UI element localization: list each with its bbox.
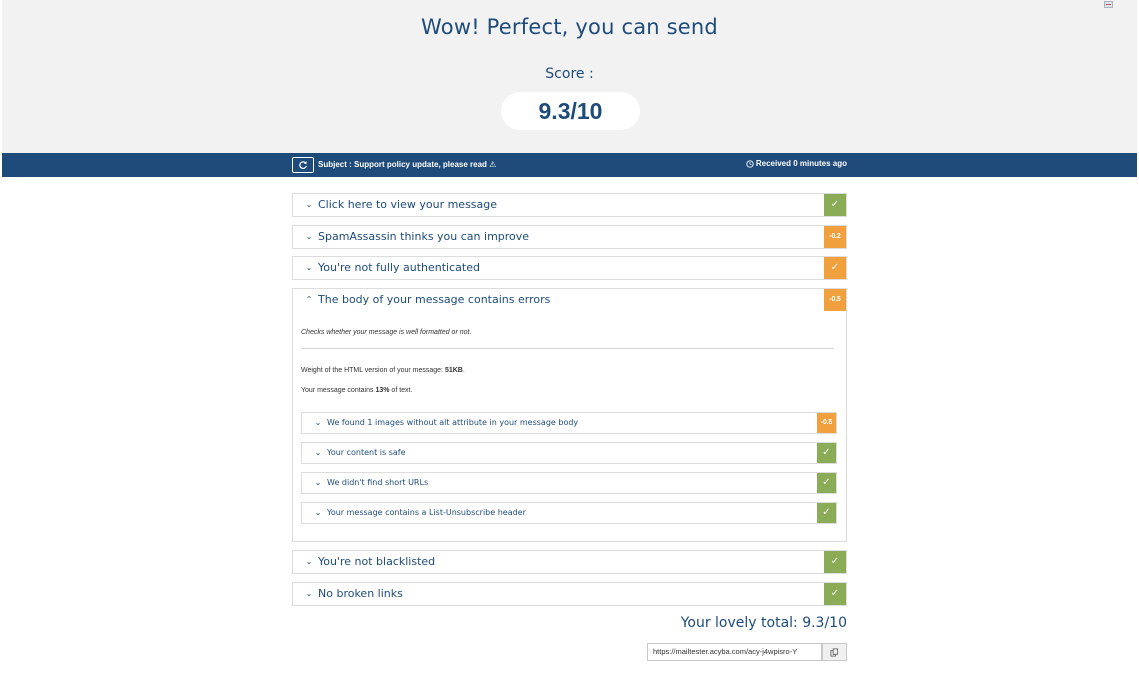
section-title: SpamAssassin thinks you can improve (318, 230, 530, 243)
chevron-up-icon: ⌃ (305, 295, 313, 304)
section-title: The body of your message contains errors (318, 293, 551, 306)
chevron-down-icon: ⌄ (314, 478, 322, 487)
chevron-down-icon: ⌄ (305, 263, 313, 272)
chevron-down-icon: ⌄ (305, 232, 313, 241)
section-view-message[interactable]: ⌄ Click here to view your message ✓ (292, 193, 847, 217)
subsection-title: We found 1 images without alt attribute … (327, 418, 579, 427)
pass-check-icon: ✓ (824, 583, 846, 605)
html-weight-value: 51KB (444, 367, 463, 374)
section-authentication[interactable]: ⌄ You're not fully authenticated ✓ (292, 256, 847, 280)
section-title: You're not blacklisted (318, 555, 436, 568)
subsection-list-unsubscribe[interactable]: ⌄ Your message contains a List-Unsubscri… (301, 502, 837, 524)
chevron-down-icon: ⌄ (314, 448, 322, 457)
result-title: Wow! Perfect, you can send (421, 15, 718, 39)
refresh-icon (299, 161, 307, 169)
section-body-errors: ⌃ The body of your message contains erro… (292, 288, 847, 542)
subsection-content-safe[interactable]: ⌄ Your content is safe ✓ (301, 442, 837, 464)
subsection-missing-alt[interactable]: ⌄ We found 1 images without alt attribut… (301, 412, 837, 434)
chevron-down-icon: ⌄ (305, 200, 313, 209)
section-title: You're not fully authenticated (318, 261, 480, 274)
chevron-down-icon: ⌄ (314, 418, 322, 427)
subsection-short-urls[interactable]: ⌄ We didn't find short URLs ✓ (301, 472, 837, 494)
copy-url-button[interactable] (822, 643, 847, 661)
copy-icon (830, 647, 839, 657)
section-description: Checks whether your message is well form… (301, 329, 472, 336)
pass-check-icon: ✓ (824, 194, 846, 216)
clock-icon (746, 160, 754, 168)
section-body-errors-header[interactable]: ⌃ The body of your message contains erro… (293, 289, 846, 311)
chevron-down-icon: ⌄ (314, 508, 322, 517)
pass-check-icon: ✓ (817, 443, 836, 463)
text-ratio-info: Your message contains 13% of text. (301, 387, 413, 394)
section-title: Click here to view your message (318, 198, 498, 211)
pass-check-icon: ✓ (817, 473, 836, 493)
message-info-bar: Subject : Support policy update, please … (2, 153, 1137, 177)
html-weight-info: Weight of the HTML version of your messa… (301, 367, 465, 374)
message-subject: Subject : Support policy update, please … (318, 160, 497, 169)
pass-check-icon: ✓ (817, 503, 836, 523)
section-title: No broken links (318, 587, 403, 600)
penalty-badge: -0.5 (817, 413, 836, 433)
section-broken-links[interactable]: ⌄ No broken links ✓ (292, 582, 847, 606)
result-url-field[interactable]: https://mailtester.acyba.com/acy-j4wpisr… (647, 643, 822, 661)
subsection-title: We didn't find short URLs (327, 478, 429, 487)
section-spamassassin[interactable]: ⌄ SpamAssassin thinks you can improve -0… (292, 225, 847, 249)
chevron-down-icon: ⌄ (305, 589, 313, 598)
penalty-badge: -0.2 (824, 226, 846, 248)
received-time: Received 0 minutes ago (746, 153, 847, 175)
text-ratio-value: 13% (375, 387, 390, 394)
score-value: 9.3/10 (501, 92, 640, 130)
total-score: Your lovely total: 9.3/10 (680, 615, 847, 631)
pass-check-icon: ✓ (824, 551, 846, 573)
section-blacklist[interactable]: ⌄ You're not blacklisted ✓ (292, 550, 847, 574)
warning-check-icon: ✓ (824, 257, 846, 279)
score-label: Score : (545, 66, 594, 82)
result-header: Wow! Perfect, you can send Score : 9.3/1… (2, 0, 1137, 153)
chevron-down-icon: ⌄ (305, 557, 313, 566)
language-flag-icon[interactable] (1104, 1, 1113, 8)
received-text: Received 0 minutes ago (755, 159, 847, 168)
subsection-title: Your content is safe (327, 448, 406, 457)
refresh-button[interactable] (292, 157, 314, 173)
divider (301, 348, 834, 349)
penalty-badge: -0.5 (824, 289, 846, 311)
subsection-title: Your message contains a List-Unsubscribe… (327, 508, 526, 517)
